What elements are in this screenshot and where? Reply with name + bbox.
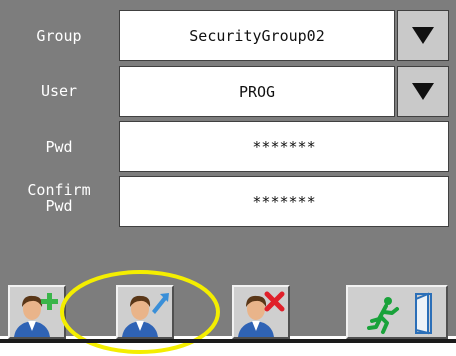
confirm-pwd-label-line2: Pwd [45,197,73,215]
screen-bottom-border [0,339,456,343]
group-label: Group [36,27,82,45]
group-dropdown-button[interactable] [397,10,449,61]
user-dropdown-button[interactable] [397,66,449,117]
pwd-label: Pwd [45,138,73,156]
confirm-pwd-label-line1: Confirm [27,181,91,199]
pwd-value: ******* [252,137,316,156]
user-value: PROG [238,82,276,101]
delete-user-button[interactable] [232,285,290,339]
exit-button[interactable] [346,285,448,339]
user-label: User [40,82,78,100]
confirm-pwd-value: ******* [252,192,316,211]
user-field[interactable]: PROG [119,66,395,117]
user-plus-icon [14,293,58,337]
group-field[interactable]: SecurityGroup02 [119,10,395,61]
add-user-button[interactable] [8,285,66,339]
user-delete-icon [238,291,285,337]
edit-user-button[interactable] [116,285,174,339]
exit-icon [367,292,432,335]
user-edit-icon [122,293,169,337]
group-value: SecurityGroup02 [189,26,325,45]
dropdown-arrow-icon [412,27,434,44]
confirm-pwd-field[interactable]: ******* [119,176,449,227]
pwd-field[interactable]: ******* [119,121,449,172]
dropdown-arrow-icon [412,83,434,100]
